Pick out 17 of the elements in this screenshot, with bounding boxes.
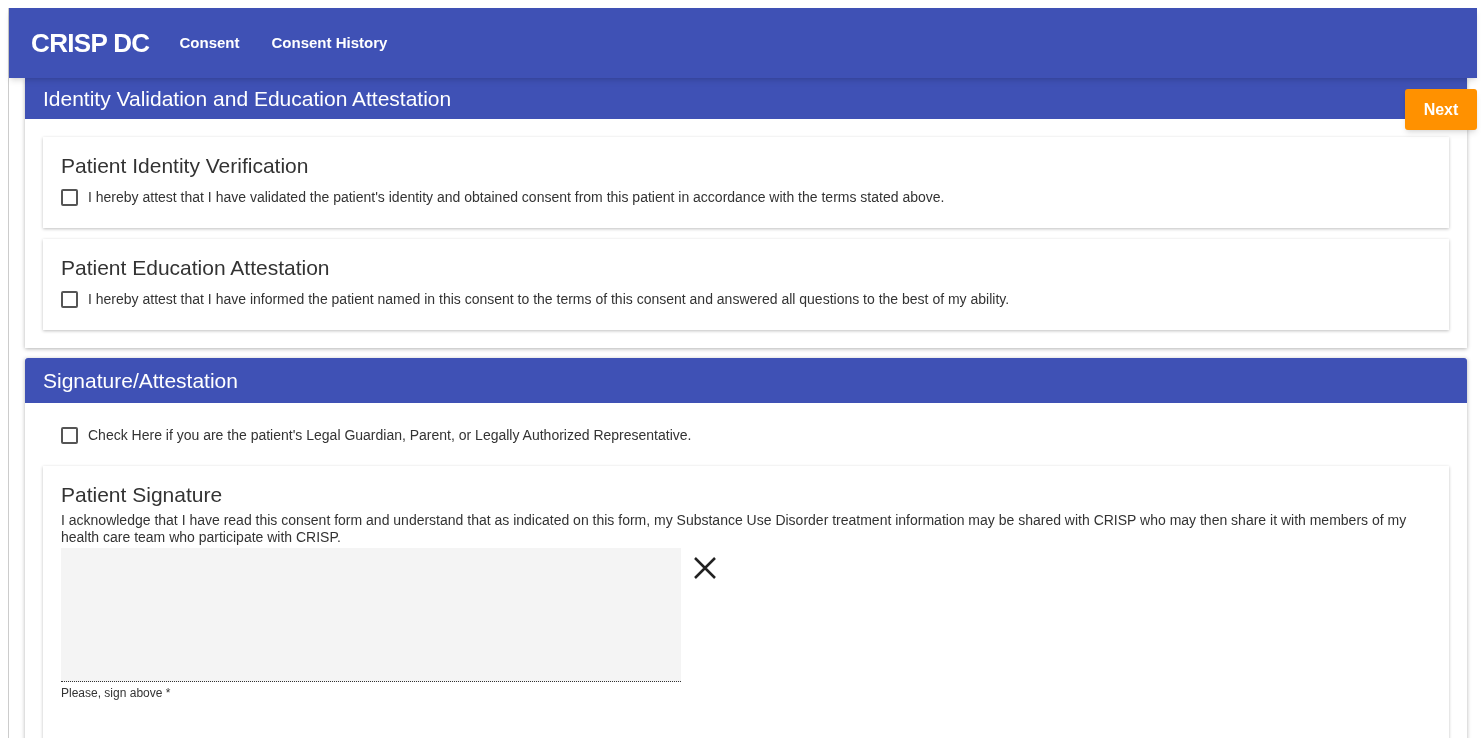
card-title: Patient Identity Verification [61, 153, 310, 179]
card-title: Patient Signature [61, 482, 224, 508]
card-title: Patient Education Attestation [61, 255, 331, 281]
nav-link[interactable]: Consent [175, 31, 244, 55]
checkbox[interactable] [61, 291, 78, 308]
checkbox[interactable] [61, 189, 78, 206]
section-title: Signature/Attestation [43, 367, 238, 394]
checkbox-label: I hereby attest that I have validated the patient's identity and obtained consent from this patient in accordance with the terms stated above. [88, 188, 945, 207]
checkbox[interactable] [61, 427, 78, 444]
logo[interactable]: CRISP DC [31, 23, 150, 63]
consent-text: I acknowledge that I have read this consent form and understand that as indicated on this form, my Substance Use Disorder treatment information may be shared with CRISP who may then share it with members of my health care team who participate with CRISP. [61, 512, 1408, 546]
sign-hint: Please, sign above * [61, 685, 172, 702]
close-icon[interactable] [693, 556, 717, 580]
section-title: Identity Validation and Education Attestation [43, 85, 452, 112]
nav-link[interactable]: Consent History [267, 31, 392, 55]
checkbox-label: I hereby attest that I have informed the patient named in this consent to the terms of this consent and answered all questions to the best of my ability. [88, 290, 1010, 309]
checkbox-label: Check Here if you are the patient's Legal Guardian, Parent, or Legally Authorized Representative. [88, 426, 692, 445]
